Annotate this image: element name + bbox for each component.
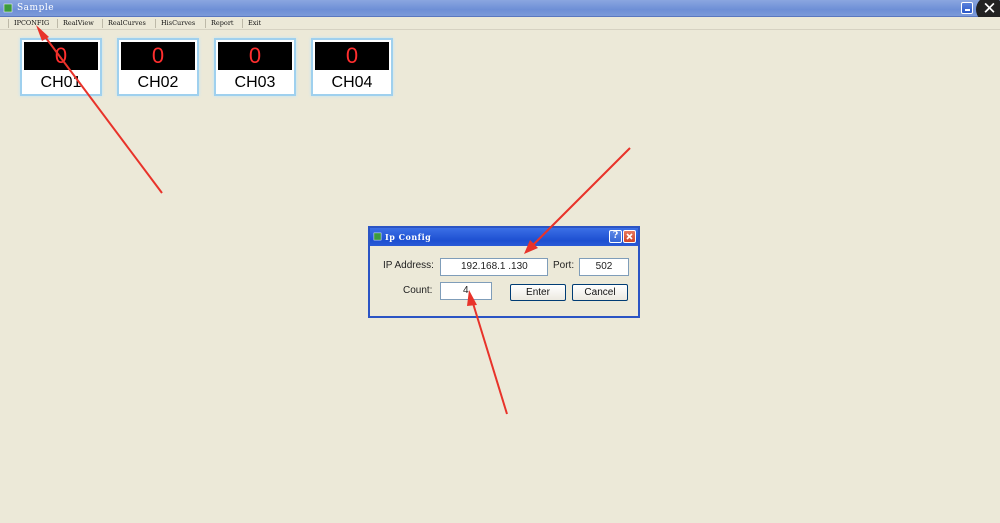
- port-label: Port:: [553, 260, 575, 271]
- channel-tile-ch04: 0 CH04: [311, 38, 393, 96]
- menu-exit[interactable]: Exit: [242, 19, 261, 28]
- close-icon: [626, 233, 633, 240]
- channel-name: CH03: [234, 74, 276, 91]
- menu-bar: IPCONFIG RealView RealCurves HisCurves R…: [0, 17, 1000, 30]
- port-field[interactable]: 502: [579, 258, 629, 276]
- dialog-app-icon: [373, 232, 382, 241]
- channel-name: CH04: [331, 74, 373, 91]
- minimize-button[interactable]: [961, 2, 973, 14]
- channel-name: CH02: [137, 74, 179, 91]
- channel-value: 0: [121, 42, 195, 70]
- menu-realview[interactable]: RealView: [57, 19, 94, 28]
- channel-value: 0: [24, 42, 98, 70]
- count-field[interactable]: 4: [440, 282, 492, 300]
- channel-value: 0: [218, 42, 292, 70]
- help-button[interactable]: ?: [609, 230, 622, 243]
- app-icon: [3, 3, 13, 13]
- ip-config-dialog: Ip Config ? IP Address: 192.168.1 .130 P…: [368, 226, 640, 318]
- channel-tile-ch01: 0 CH01: [20, 38, 102, 96]
- menu-hiscurves[interactable]: HisCurves: [155, 19, 195, 28]
- count-label: Count:: [403, 285, 433, 296]
- ip-address-label: IP Address:: [383, 260, 434, 271]
- window-titlebar: Sample: [0, 0, 1000, 17]
- enter-button[interactable]: Enter: [510, 284, 566, 301]
- menu-ipconfig[interactable]: IPCONFIG: [8, 19, 49, 28]
- channel-tile-ch02: 0 CH02: [117, 38, 199, 96]
- menu-realcurves[interactable]: RealCurves: [102, 19, 146, 28]
- window-title: Sample: [17, 3, 55, 13]
- channel-tile-ch03: 0 CH03: [214, 38, 296, 96]
- ip-address-field[interactable]: 192.168.1 .130: [440, 258, 548, 276]
- dialog-close-button[interactable]: [623, 230, 636, 243]
- channel-name: CH01: [40, 74, 82, 91]
- dialog-titlebar: Ip Config ?: [370, 228, 638, 246]
- dialog-title: Ip Config: [385, 232, 432, 242]
- cancel-button[interactable]: Cancel: [572, 284, 628, 301]
- menu-report[interactable]: Report: [205, 19, 234, 28]
- channel-value: 0: [315, 42, 389, 70]
